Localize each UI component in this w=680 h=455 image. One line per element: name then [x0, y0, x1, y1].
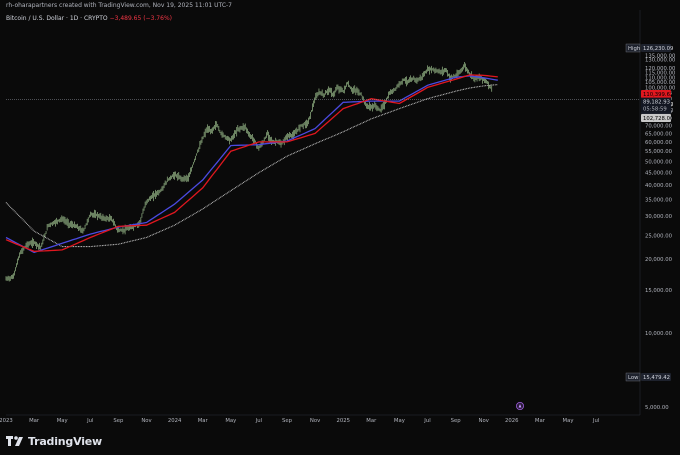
ma-blue-line [5, 75, 498, 254]
y-tick-label: 5,000.00 [645, 405, 669, 411]
x-tick-label: Jul [592, 418, 599, 424]
x-tick-label: Jul [86, 418, 93, 424]
y-tick-label: 40,000.00 [645, 183, 673, 189]
publisher-header: rh-oharapartners created with TradingVie… [6, 2, 232, 9]
x-tick-label: Nov [310, 418, 320, 424]
tradingview-logo-icon [6, 436, 23, 446]
y-tick-label: 55,000.00 [645, 149, 673, 155]
ma-red-tag: 110,399.62 [643, 92, 673, 98]
x-tick-label: Mar [29, 418, 40, 424]
x-tick-label: Sep [282, 418, 293, 424]
y-tick-label: 25,000.00 [645, 233, 673, 239]
x-tick-label: May [225, 418, 236, 424]
x-tick-label: Sep [113, 418, 124, 424]
x-tick-label: Mar [198, 418, 209, 424]
y-tick-label: 65,000.00 [645, 131, 673, 137]
y-tick-label: 10,000.00 [645, 331, 673, 337]
low-value-tag: 15,479.42 [643, 375, 670, 381]
ma-gray-line [5, 84, 498, 248]
y-tick-label: 130,000.00 [645, 57, 676, 63]
brand-logo: TradingView [6, 435, 102, 448]
x-tick-label: 2026 [505, 418, 519, 424]
symbol-legend: Bitcoin / U.S. Dollar · 1D · CRYPTO −3,4… [6, 15, 172, 22]
ma-red-line [5, 74, 498, 253]
x-tick-label: Mar [366, 418, 377, 424]
y-tick-label: 35,000.00 [645, 197, 673, 203]
y-tick-label: 50,000.00 [645, 159, 673, 165]
brand-name: TradingView [28, 435, 103, 448]
x-tick-label: 2024 [168, 418, 182, 424]
x-tick-label: 2023 [0, 418, 13, 424]
y-tick-label: 45,000.00 [645, 171, 673, 177]
x-tick-label: 2025 [336, 418, 349, 424]
price-change: −3,489.65 (−3.76%) [109, 15, 172, 22]
x-tick-label: Nov [141, 418, 151, 424]
y-tick-label: 15,000.00 [645, 288, 673, 294]
y-tick-label: 20,000.00 [645, 257, 673, 263]
x-tick-label: Sep [451, 418, 462, 424]
y-tick-label: 30,000.00 [645, 214, 673, 220]
y-tick-label: 60,000.00 [645, 140, 673, 146]
x-tick-label: May [394, 418, 405, 424]
symbol-name: Bitcoin / U.S. Dollar · 1D · CRYPTO [6, 15, 108, 22]
x-tick-label: Mar [535, 418, 546, 424]
countdown-tag: 05:58:59 [643, 107, 667, 113]
high-label: High [628, 46, 640, 52]
ma-gray-tag: 102,728.00 [643, 116, 674, 122]
x-tick-label: Nov [479, 418, 489, 424]
price-chart[interactable]: 135,000.00130,000.00120,000.00115,000.00… [0, 0, 680, 455]
x-tick-label: Jul [423, 418, 430, 424]
low-label: Low [628, 375, 639, 381]
y-tick-label: 70,000.00 [645, 123, 673, 129]
x-tick-label: May [563, 418, 574, 424]
high-value-tag: 126,230.09 [643, 46, 673, 52]
x-tick-label: May [57, 418, 68, 424]
x-tick-label: Jul [255, 418, 262, 424]
